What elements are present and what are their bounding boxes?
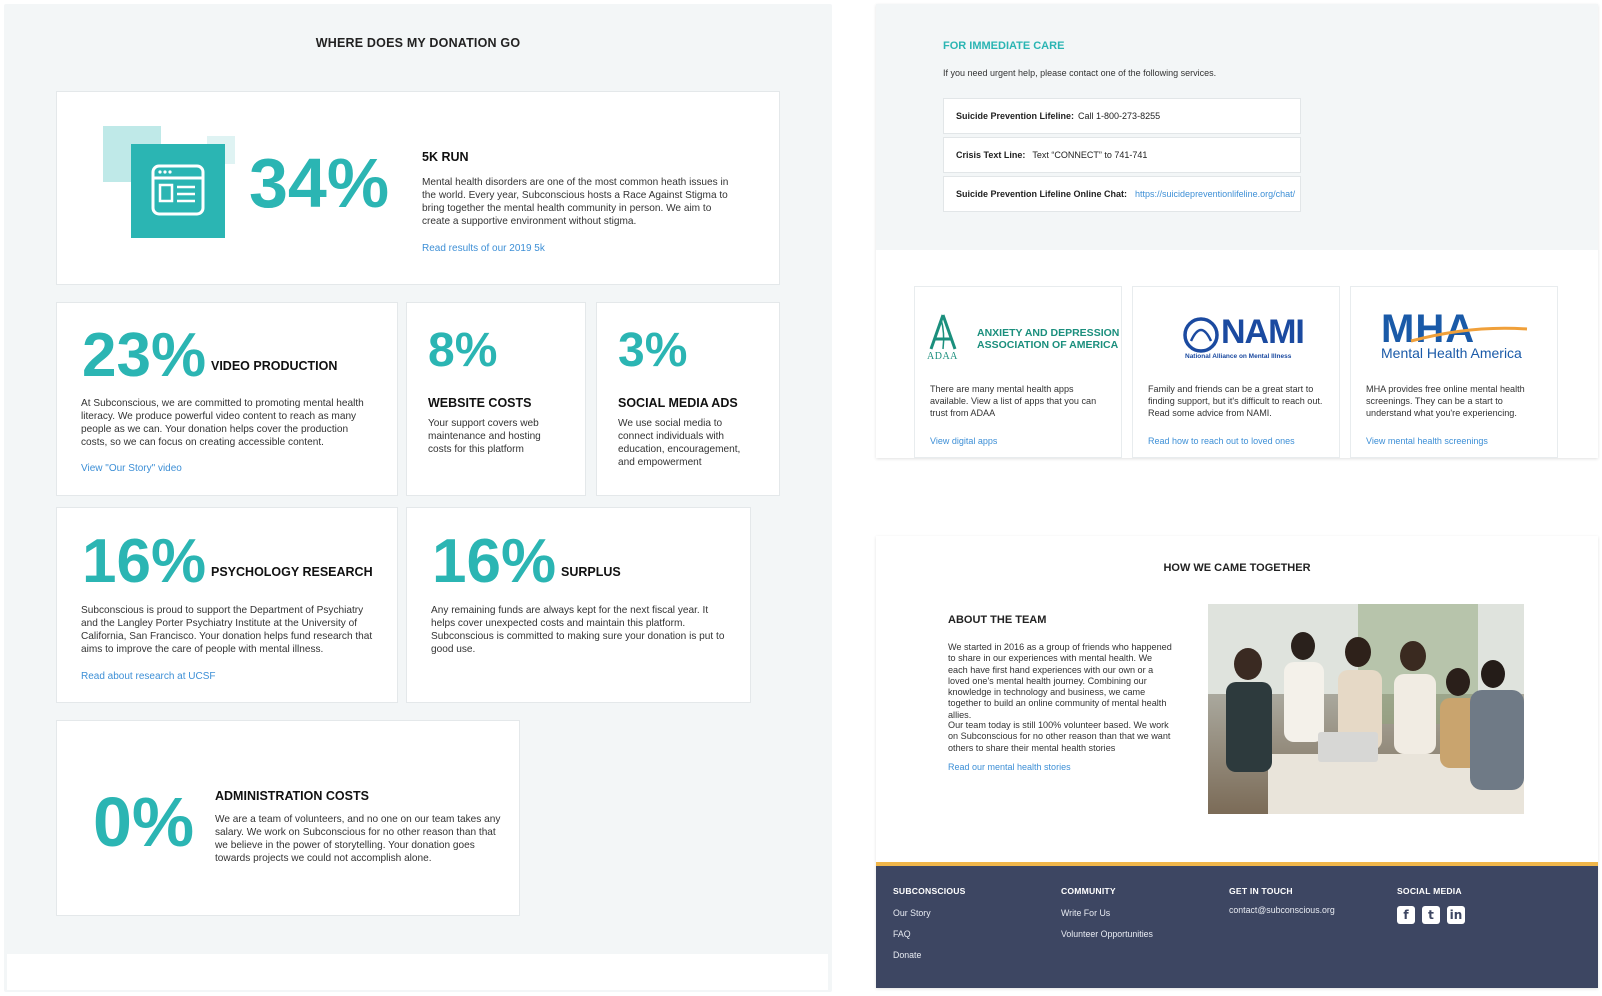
immediate-care-panel: FOR IMMEDIATE CARE If you need urgent he… (876, 4, 1598, 458)
card-psychology-research: 16% PSYCHOLOGY RESEARCH Subconscious is … (56, 507, 398, 703)
nami-tagline: National Alliance on Mental Illness (1185, 353, 1292, 360)
card-website-costs: 8% WEBSITE COSTS Your support covers web… (406, 302, 586, 496)
nami-wordmark: NAMI (1221, 313, 1305, 351)
card-surplus: 16% SURPLUS Any remaining funds are alwa… (406, 507, 751, 703)
card-title-surplus: SURPLUS (561, 565, 621, 579)
card-title-admin: ADMINISTRATION COSTS (215, 789, 369, 803)
footer-link-write-for-us[interactable]: Write For Us (1061, 908, 1153, 918)
card-title-5k-run: 5K RUN (422, 150, 469, 164)
adaa-abbr: ADAA (927, 351, 958, 362)
mha-text: MHA provides free online mental health s… (1366, 384, 1525, 418)
org-card-mha: MHA Mental Health America MHA provides f… (1350, 286, 1558, 458)
footer-heading: SUBCONSCIOUS (893, 886, 966, 896)
footer-link-faq[interactable]: FAQ (893, 929, 966, 939)
link-digital-apps[interactable]: View digital apps (930, 436, 997, 446)
footer-col-subconscious: SUBCONSCIOUS Our Story FAQ Donate (893, 886, 966, 971)
crisis-row-text-line: Crisis Text Line: Text “CONNECT” to 741-… (943, 137, 1301, 173)
card-text-social: We use social media to connect individua… (618, 418, 741, 468)
percent-0: 0% (93, 783, 195, 861)
team-title: ABOUT THE TEAM (948, 614, 1047, 626)
org-card-nami: NAMI National Alliance on Mental Illness… (1132, 286, 1340, 458)
link-ucsf-research[interactable]: Read about research at UCSF (81, 671, 216, 682)
card-title-video: VIDEO PRODUCTION (211, 359, 338, 373)
link-reach-out[interactable]: Read how to reach out to loved ones (1148, 436, 1295, 446)
team-para-2: Our team today is still 100% volunteer b… (948, 720, 1171, 753)
footer-heading: SOCIAL MEDIA (1397, 886, 1462, 896)
card-5k-run: 34% 5K RUN Mental health disorders are o… (56, 91, 780, 285)
team-photo (1208, 604, 1524, 814)
crisis-row-lifeline: Suicide Prevention Lifeline: Call 1-800-… (943, 98, 1301, 134)
percent-3: 3% (618, 324, 688, 377)
care-intro: If you need urgent help, please contact … (943, 68, 1217, 78)
facebook-icon[interactable]: f (1397, 906, 1415, 924)
twitter-icon[interactable]: t (1422, 906, 1440, 924)
card-text-website: Your support covers web maintenance and … (428, 418, 541, 455)
card-title-website: WEBSITE COSTS (428, 396, 532, 410)
online-chat-link[interactable]: https://suicidepreventionlifeline.org/ch… (1135, 189, 1295, 199)
team-panel: HOW WE CAME TOGETHER ABOUT THE TEAM We s… (876, 536, 1598, 988)
bottom-strip (7, 954, 828, 990)
org-card-adaa: ADAA ANXIETY AND DEPRESSION ASSOCIATION … (914, 286, 1122, 458)
crisis-value: Text “CONNECT” to 741-741 (1032, 150, 1148, 160)
card-text-admin: We are a team of volunteers, and no one … (215, 814, 501, 864)
browser-window-icon (103, 126, 235, 238)
crisis-label: Suicide Prevention Lifeline Online Chat: (956, 189, 1128, 199)
donation-title: WHERE DOES MY DONATION GO (315, 36, 521, 50)
footer-email[interactable]: contact@subconscious.org (1229, 905, 1335, 915)
card-social-media-ads: 3% SOCIAL MEDIA ADS We use social media … (596, 302, 780, 496)
linkedin-icon[interactable]: in (1447, 906, 1465, 924)
card-text-5k-run: Mental health disorders are one of the m… (422, 177, 729, 227)
adaa-name-line2: ASSOCIATION OF AMERICA (977, 339, 1119, 351)
card-title-social: SOCIAL MEDIA ADS (618, 396, 738, 410)
footer-col-community: COMMUNITY Write For Us Volunteer Opportu… (1061, 886, 1153, 950)
link-screenings[interactable]: View mental health screenings (1366, 436, 1488, 446)
section-title: HOW WE CAME TOGETHER (1163, 562, 1311, 574)
footer-col-social: SOCIAL MEDIA f t in (1397, 886, 1472, 924)
link-mental-health-stories[interactable]: Read our mental health stories (948, 762, 1071, 772)
percent-16-research: 16% (82, 527, 207, 596)
card-text-research: Subconscious is proud to support the Dep… (81, 605, 373, 655)
adaa-text: There are many mental health apps availa… (930, 384, 1097, 418)
crisis-row-online-chat: Suicide Prevention Lifeline Online Chat:… (943, 176, 1301, 212)
card-administration-costs: 0% ADMINISTRATION COSTS We are a team of… (56, 720, 520, 916)
crisis-value: Call 1-800-273-8255 (1078, 111, 1161, 121)
link-5k-results[interactable]: Read results of our 2019 5k (422, 243, 545, 254)
card-text-video: At Subconscious, we are committed to pro… (81, 398, 364, 448)
footer-link-volunteer[interactable]: Volunteer Opportunities (1061, 929, 1153, 939)
percent-23: 23% (82, 321, 207, 390)
card-video-production: 23% VIDEO PRODUCTION At Subconscious, we… (56, 302, 398, 496)
percent-16-surplus: 16% (432, 527, 557, 596)
adaa-name-line1: ANXIETY AND DEPRESSION (977, 327, 1120, 339)
mha-name: Mental Health America (1381, 345, 1522, 361)
crisis-label: Suicide Prevention Lifeline: (956, 111, 1075, 121)
percent-8: 8% (428, 324, 498, 377)
footer-link-our-story[interactable]: Our Story (893, 908, 966, 918)
donation-panel: WHERE DOES MY DONATION GO 34% 5K RUN Men… (4, 4, 832, 992)
card-title-research: PSYCHOLOGY RESEARCH (211, 565, 373, 579)
card-text-surplus: Any remaining funds are always kept for … (431, 605, 725, 655)
footer-heading: COMMUNITY (1061, 886, 1116, 896)
crisis-label: Crisis Text Line: (956, 150, 1026, 160)
footer-col-contact: GET IN TOUCH contact@subconscious.org (1229, 886, 1335, 926)
link-our-story-video[interactable]: View "Our Story" video (81, 463, 182, 474)
team-para-1: We started in 2016 as a group of friends… (948, 642, 1172, 720)
care-title: FOR IMMEDIATE CARE (943, 40, 1065, 52)
nami-text: Family and friends can be a great start … (1148, 384, 1323, 418)
footer-link-donate[interactable]: Donate (893, 950, 966, 960)
percent-34: 34% (249, 144, 390, 222)
footer-heading: GET IN TOUCH (1229, 886, 1293, 896)
site-footer: SUBCONSCIOUS Our Story FAQ Donate COMMUN… (876, 862, 1598, 988)
